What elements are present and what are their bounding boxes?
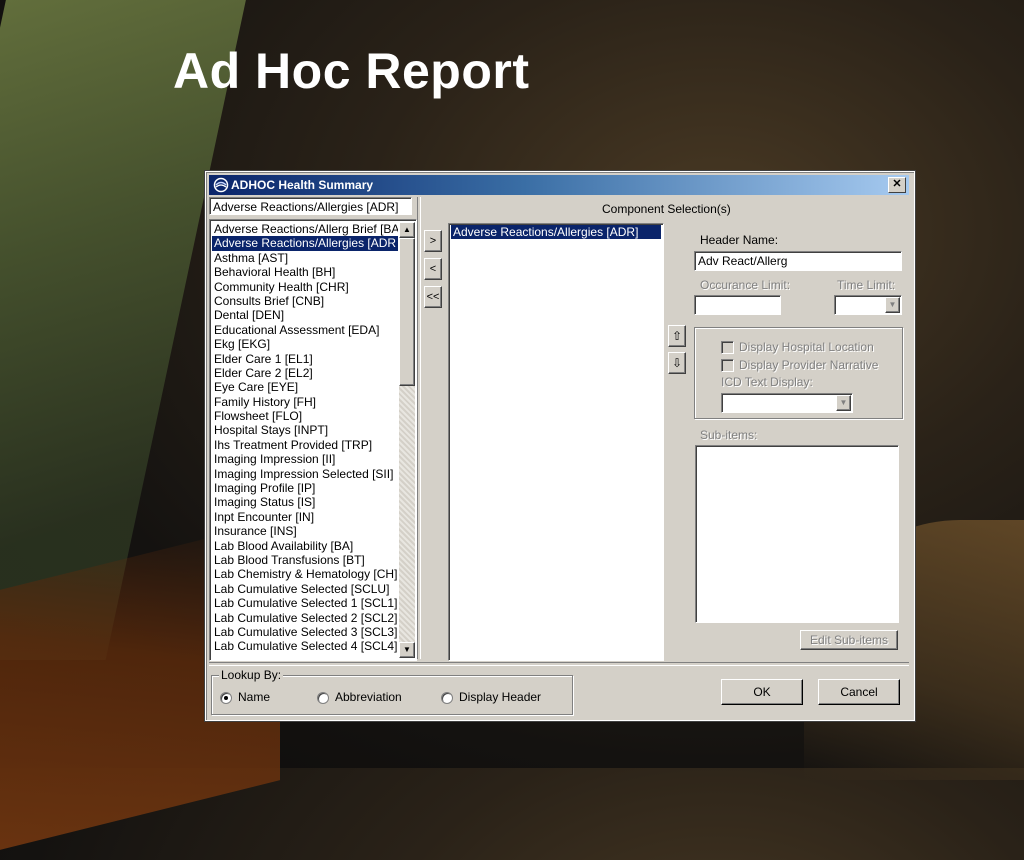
display-provider-narrative-label: Display Provider Narrative [739, 358, 879, 372]
close-icon: ✕ [892, 178, 902, 190]
remove-component-button[interactable]: < [424, 258, 442, 280]
selected-components-list[interactable]: Adverse Reactions/Allergies [ADR] [448, 223, 664, 661]
list-item[interactable]: Consults Brief [CNB] [212, 294, 398, 308]
time-limit-select[interactable]: ▼ [834, 295, 902, 315]
list-item[interactable]: Adverse Reactions/Allerg Brief [BA [212, 222, 398, 236]
scroll-down-icon[interactable]: ▼ [399, 642, 415, 658]
component-list[interactable]: Adverse Reactions/Allerg Brief [BA Advers… [209, 219, 417, 661]
display-hospital-location-label: Display Hospital Location [739, 340, 874, 354]
list-item[interactable]: Imaging Status [IS] [212, 495, 398, 509]
header-name-label: Header Name: [700, 233, 779, 247]
remove-all-components-button[interactable]: << [424, 286, 442, 308]
list-item[interactable]: Adverse Reactions/Allergies [ADR [212, 236, 398, 251]
list-item[interactable]: Lab Cumulative Selected 2 [SCL2] [212, 611, 398, 625]
adhoc-health-summary-window: ADHOC Health Summary ✕ Adverse Reactions… [204, 170, 916, 722]
selected-components-items: Adverse Reactions/Allergies [ADR] [449, 225, 663, 240]
list-item[interactable]: Ihs Treatment Provided [TRP] [212, 438, 398, 452]
checkbox-icon [721, 341, 734, 355]
lookup-by-legend: Lookup By: [219, 668, 284, 682]
list-item[interactable]: Eye Care [EYE] [212, 380, 398, 394]
list-item[interactable]: Lab Cumulative Selected 4 [SCL4] [212, 639, 398, 653]
ok-button[interactable]: OK [721, 679, 803, 705]
sub-items-list[interactable] [695, 445, 899, 623]
column-divider [417, 197, 421, 659]
icd-text-display-label: ICD Text Display: [721, 375, 813, 389]
chevron-down-icon[interactable]: ▼ [836, 395, 851, 411]
list-item[interactable]: Elder Care 2 [EL2] [212, 366, 398, 380]
arrow-down-icon: ⇩ [671, 356, 683, 370]
icd-text-display-select[interactable]: ▼ [721, 393, 853, 413]
radio-icon [317, 691, 329, 704]
list-item[interactable]: Behavioral Health [BH] [212, 265, 398, 279]
list-item[interactable]: Lab Blood Availability [BA] [212, 539, 398, 553]
list-item[interactable]: Lab Cumulative Selected 3 [SCL3] [212, 625, 398, 639]
window-title: ADHOC Health Summary [231, 178, 374, 192]
scroll-up-icon[interactable]: ▲ [399, 222, 415, 238]
chevron-down-icon[interactable]: ▼ [885, 297, 900, 313]
selected-list-item[interactable]: Adverse Reactions/Allergies [ADR] [451, 225, 661, 240]
list-item[interactable]: Lab Cumulative Selected 1 [SCL1] [212, 596, 398, 610]
window-titlebar[interactable]: ADHOC Health Summary ✕ [209, 175, 909, 195]
lookup-option-name: Name [238, 690, 271, 704]
list-item[interactable]: Flowsheet [FLO] [212, 409, 398, 423]
list-item[interactable]: Lab Chemistry & Hematology [CH] [212, 567, 398, 581]
time-limit-label: Time Limit: [837, 278, 896, 292]
list-item[interactable]: Insurance [INS] [212, 524, 398, 538]
list-item[interactable]: Community Health [CHR] [212, 280, 398, 294]
list-item[interactable]: Asthma [AST] [212, 251, 398, 265]
list-item[interactable]: Educational Assessment [EDA] [212, 323, 398, 337]
lookup-option-abbreviation: Abbreviation [335, 690, 402, 704]
cancel-button[interactable]: Cancel [818, 679, 900, 705]
list-item[interactable]: Lab Cumulative Selected [SCLU] [212, 582, 398, 596]
move-down-button[interactable]: ⇩ [668, 352, 686, 374]
edit-sub-items-button[interactable]: Edit Sub-items [800, 630, 898, 650]
list-item[interactable]: Lab Blood Transfusions [BT] [212, 553, 398, 567]
list-item[interactable]: Ekg [EKG] [212, 337, 398, 351]
occurance-limit-label: Occurance Limit: [700, 278, 791, 292]
occurance-limit-input[interactable] [694, 295, 781, 315]
list-item[interactable]: Family History [FH] [212, 395, 398, 409]
lookup-option-display-header: Display Header [459, 690, 542, 704]
radio-icon [441, 691, 453, 704]
lookup-by-display-header-radio[interactable]: Display Header [441, 689, 541, 705]
component-list-scrollbar[interactable]: ▲ ▼ [399, 222, 415, 658]
list-item[interactable]: Imaging Profile [IP] [212, 481, 398, 495]
add-component-button[interactable]: > [424, 230, 442, 252]
close-button[interactable]: ✕ [888, 177, 906, 193]
lookup-by-name-radio[interactable]: Name [220, 689, 270, 705]
scroll-thumb[interactable] [399, 238, 415, 386]
component-list-items: Adverse Reactions/Allerg Brief [BA Advers… [212, 222, 398, 658]
lookup-by-group: Lookup By: Name Abbreviation Display Hea… [211, 668, 573, 715]
sub-items-label: Sub-items: [700, 428, 758, 442]
component-selection-label: Component Selection(s) [602, 202, 731, 216]
display-provider-narrative-checkbox[interactable]: Display Provider Narrative [721, 357, 878, 373]
list-item[interactable]: Imaging Impression Selected [SII] [212, 467, 398, 481]
bottom-divider [209, 662, 909, 666]
list-item[interactable]: Dental [DEN] [212, 308, 398, 322]
lookup-by-abbreviation-radio[interactable]: Abbreviation [317, 689, 402, 705]
move-up-button[interactable]: ⇧ [668, 325, 686, 347]
list-item[interactable]: Elder Care 1 [EL1] [212, 352, 398, 366]
list-item[interactable]: Hospital Stays [INPT] [212, 423, 398, 437]
header-name-input[interactable]: Adv React/Allerg [694, 251, 902, 271]
list-item[interactable]: Imaging Impression [II] [212, 452, 398, 466]
display-hospital-location-checkbox[interactable]: Display Hospital Location [721, 339, 874, 355]
checkbox-icon [721, 359, 734, 373]
radio-selected-icon [220, 691, 232, 704]
app-icon [213, 177, 229, 193]
arrow-up-icon: ⇧ [671, 329, 683, 343]
slide-title: Ad Hoc Report [173, 43, 530, 99]
list-item[interactable]: Inpt Encounter [IN] [212, 510, 398, 524]
component-search-input[interactable]: Adverse Reactions/Allergies [ADR] [209, 197, 412, 215]
